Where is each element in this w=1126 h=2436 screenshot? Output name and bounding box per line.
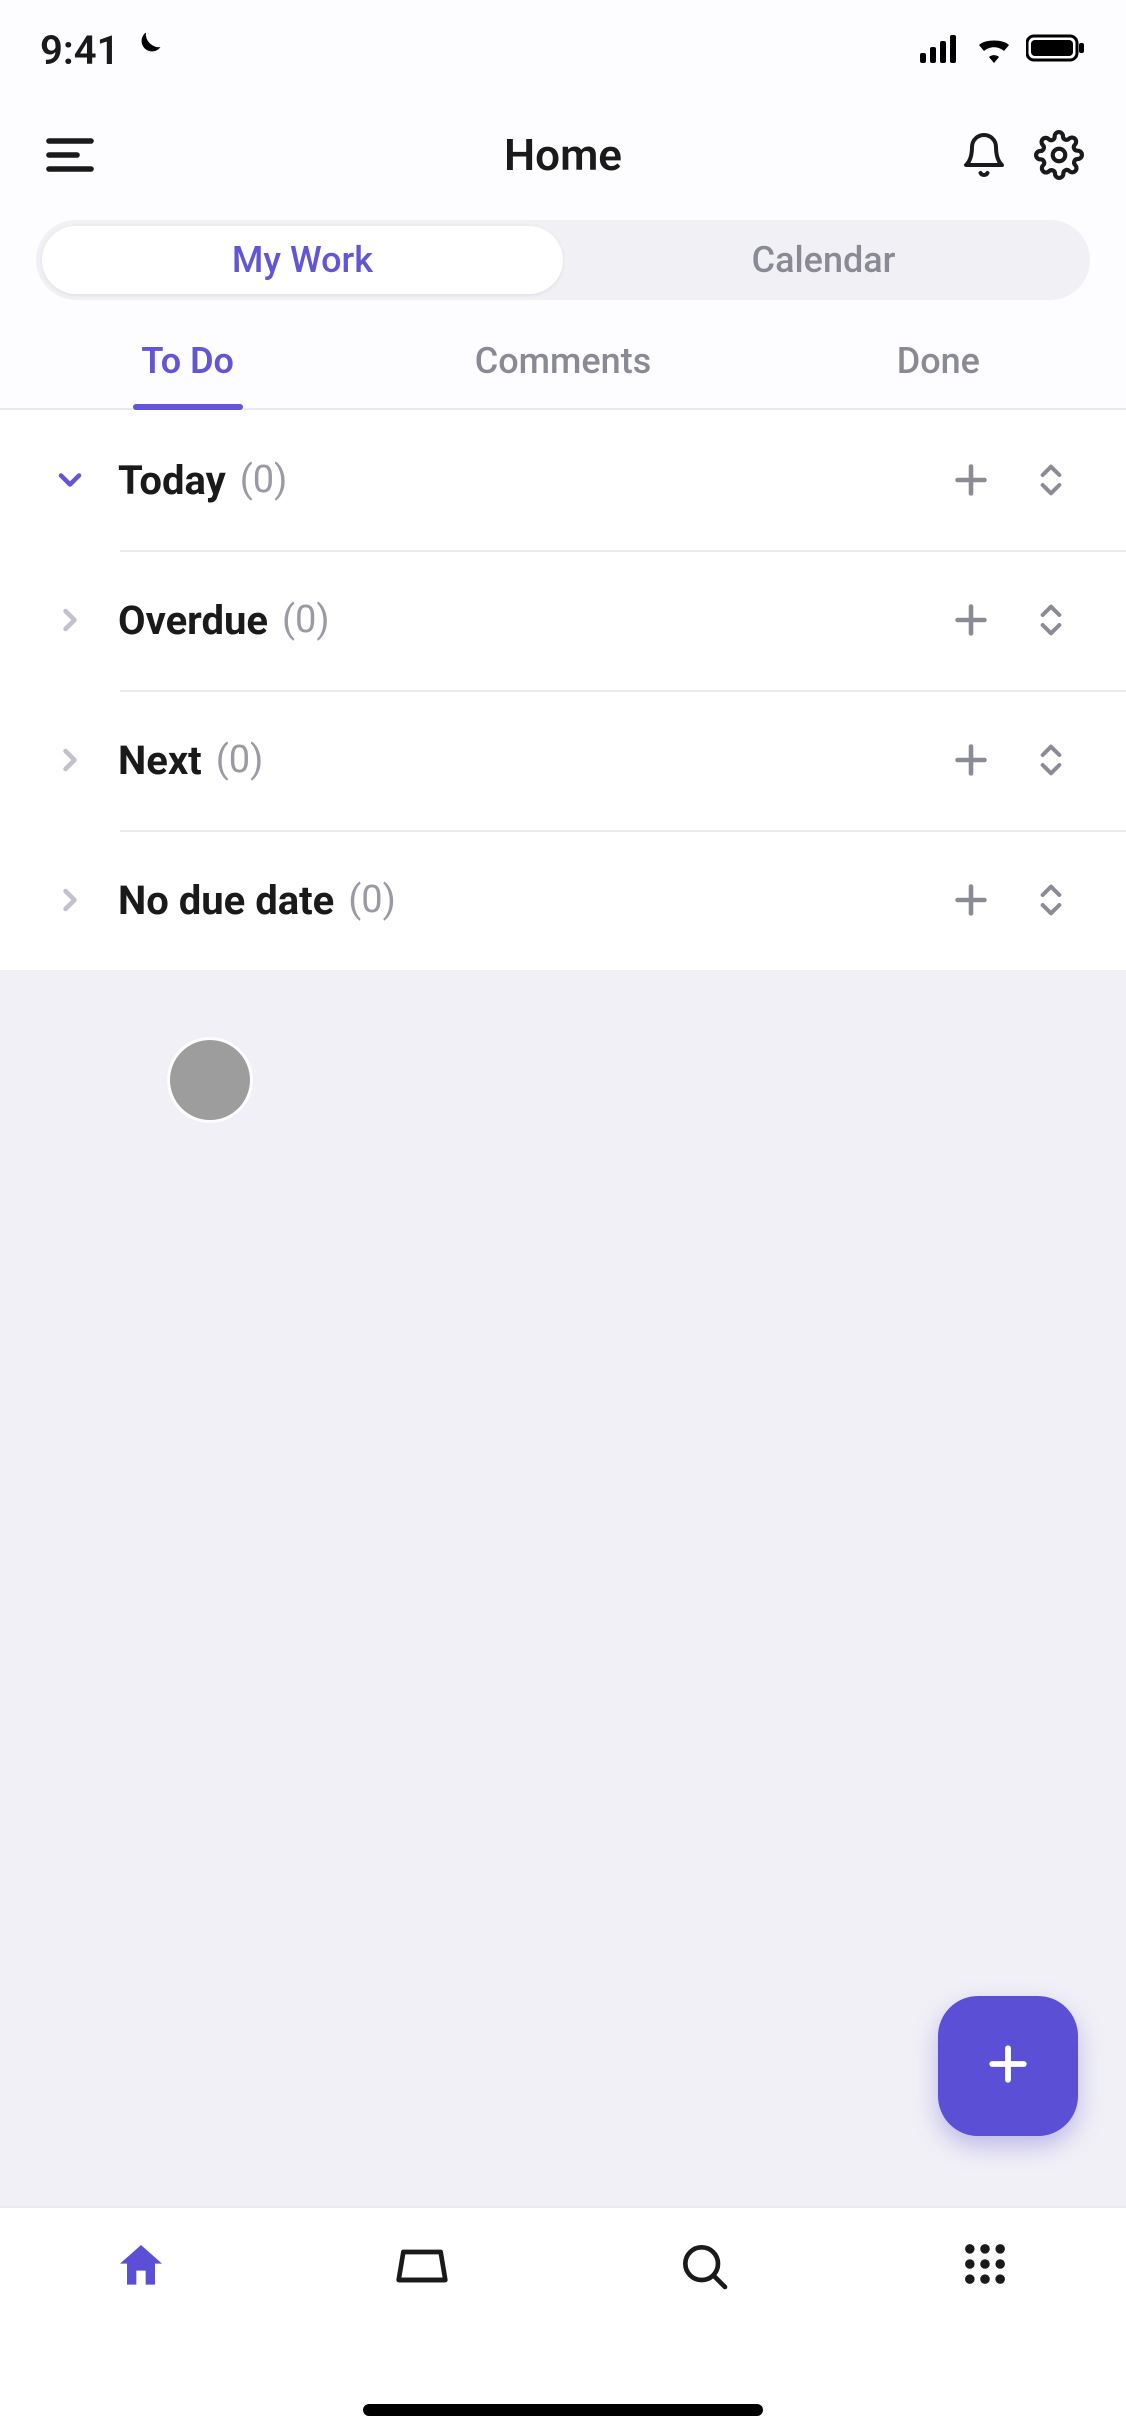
sort-handle-icon[interactable] — [1016, 880, 1086, 920]
section-no-due-date[interactable]: No due date (0) — [0, 830, 1126, 970]
sort-handle-icon[interactable] — [1016, 460, 1086, 500]
sections-list: Today (0) Overdue (0) — [0, 410, 1126, 970]
page-title: Home — [504, 129, 622, 181]
nav-inbox[interactable] — [282, 2238, 564, 2298]
home-indicator[interactable] — [363, 2404, 763, 2416]
plus-icon — [981, 2037, 1035, 2095]
add-task-button[interactable] — [936, 457, 1006, 503]
section-count: (0) — [282, 598, 330, 642]
segment-my-work[interactable]: My Work — [42, 226, 563, 294]
cellular-icon — [920, 33, 962, 67]
view-segmented-wrap: My Work Calendar — [0, 210, 1126, 310]
home-icon — [113, 2238, 169, 2298]
tab-done[interactable]: Done — [751, 340, 1126, 408]
chevron-down-icon[interactable] — [40, 462, 100, 498]
add-task-button[interactable] — [936, 877, 1006, 923]
chevron-right-icon[interactable] — [40, 742, 100, 778]
tab-comments[interactable]: Comments — [375, 340, 750, 408]
chevron-right-icon[interactable] — [40, 882, 100, 918]
tab-todo[interactable]: To Do — [0, 340, 375, 408]
status-time-group: 9:41 — [40, 27, 165, 74]
section-overdue[interactable]: Overdue (0) — [0, 550, 1126, 690]
create-fab[interactable] — [938, 1996, 1078, 2136]
section-label: Next — [118, 737, 202, 784]
touch-indicator — [170, 1040, 250, 1120]
battery-icon — [1026, 33, 1086, 67]
section-next[interactable]: Next (0) — [0, 690, 1126, 830]
tab-label: To Do — [141, 340, 234, 382]
menu-button[interactable] — [42, 127, 98, 183]
empty-area — [0, 970, 1126, 2336]
add-task-button[interactable] — [936, 737, 1006, 783]
section-today[interactable]: Today (0) — [0, 410, 1126, 550]
section-label: No due date — [118, 877, 334, 924]
segment-calendar[interactable]: Calendar — [563, 226, 1084, 294]
settings-button[interactable] — [1034, 130, 1084, 180]
tab-label: Comments — [475, 340, 651, 382]
segment-label: Calendar — [752, 239, 896, 281]
inbox-icon — [394, 2238, 450, 2298]
view-segmented: My Work Calendar — [36, 220, 1090, 300]
status-time: 9:41 — [40, 27, 119, 74]
nav-apps[interactable] — [845, 2238, 1126, 2294]
notifications-button[interactable] — [960, 131, 1008, 179]
nav-search[interactable] — [563, 2238, 845, 2298]
section-label: Overdue — [118, 597, 268, 644]
sort-handle-icon[interactable] — [1016, 600, 1086, 640]
moon-icon — [129, 27, 165, 74]
add-task-button[interactable] — [936, 597, 1006, 643]
sort-handle-icon[interactable] — [1016, 740, 1086, 780]
section-count: (0) — [216, 738, 264, 782]
task-tabs: To Do Comments Done — [0, 310, 1126, 410]
segment-label: My Work — [232, 239, 373, 281]
status-bar: 9:41 — [0, 0, 1126, 100]
tab-label: Done — [897, 340, 980, 382]
status-indicators — [920, 33, 1086, 67]
grid-icon — [959, 2238, 1011, 2294]
nav-home[interactable] — [0, 2238, 282, 2298]
search-icon — [676, 2238, 732, 2298]
wifi-icon — [974, 33, 1014, 67]
section-count: (0) — [348, 878, 396, 922]
app-header: Home — [0, 100, 1126, 210]
chevron-right-icon[interactable] — [40, 602, 100, 638]
section-count: (0) — [240, 458, 288, 502]
section-label: Today — [118, 457, 226, 504]
bottom-nav — [0, 2206, 1126, 2436]
